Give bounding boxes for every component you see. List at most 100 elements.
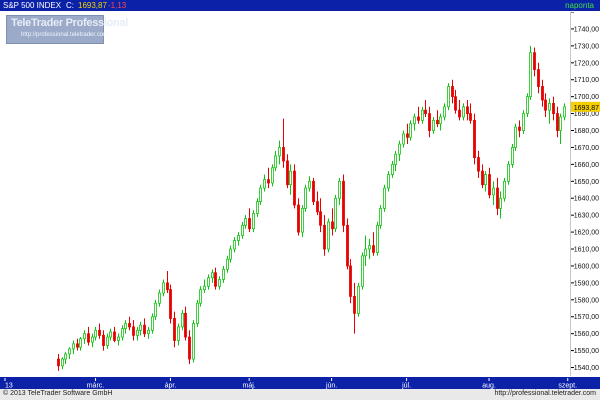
candle-up — [387, 171, 390, 192]
candle-body — [158, 292, 161, 304]
candle-body — [199, 289, 202, 304]
candle-down — [556, 106, 559, 138]
candle-down — [406, 123, 409, 145]
candle-body — [169, 289, 172, 319]
candle-body — [241, 224, 244, 236]
y-tick-label: 1650,00 — [574, 179, 599, 186]
candle-up — [229, 245, 232, 263]
y-tick-label: 1730,00 — [574, 43, 599, 50]
candle-down — [293, 164, 296, 209]
candle-down — [473, 113, 476, 165]
candle-body — [143, 324, 146, 335]
candle-body — [514, 126, 517, 148]
candle-body — [57, 358, 60, 367]
candle-body — [64, 353, 67, 360]
candle-down — [267, 167, 270, 189]
candle-body — [466, 106, 469, 114]
candle-down — [451, 79, 454, 104]
candle-body — [424, 109, 427, 114]
candle-body — [207, 277, 210, 287]
candle-body — [458, 109, 461, 118]
candle-body — [102, 334, 105, 346]
candle-up — [432, 116, 435, 134]
candle-up — [244, 215, 247, 229]
plot-area[interactable] — [2, 12, 571, 376]
candle-body — [124, 323, 127, 329]
candle-down — [349, 259, 352, 304]
candle-body — [162, 282, 165, 294]
candle-up — [529, 45, 532, 101]
candle-body — [443, 106, 446, 118]
candle-body — [203, 285, 206, 291]
copyright-text: © 2013 TeleTrader Software GmbH — [3, 390, 113, 397]
candle-down — [76, 338, 79, 351]
candle-body — [147, 329, 150, 335]
y-tick-label: 1580,00 — [574, 297, 599, 304]
candle-up — [499, 191, 502, 219]
candle-body — [173, 318, 176, 341]
candle-up — [222, 265, 225, 283]
candle-body — [154, 302, 157, 318]
candle-up — [233, 237, 236, 253]
candle-body — [304, 187, 307, 209]
y-axis: 1540,00 1550,00 1560,00 1570,00 1580,00 1590,… — [571, 11, 600, 376]
candle-body — [136, 329, 139, 336]
candle-body — [327, 221, 330, 250]
candle-down — [537, 62, 540, 94]
candle-body — [447, 86, 450, 108]
candle-body — [331, 221, 334, 230]
candle-up — [64, 352, 67, 365]
candle-body — [166, 282, 169, 291]
y-tick-label: 1740,00 — [574, 26, 599, 33]
candle-up — [334, 194, 337, 233]
candle-down — [113, 326, 116, 343]
candle-body — [383, 187, 386, 209]
candle-body — [286, 160, 289, 186]
candle-up — [526, 93, 529, 117]
candle-up — [136, 326, 139, 341]
last-price-label: 1693,87 — [574, 105, 599, 112]
candle-body — [94, 329, 97, 338]
candle-up — [106, 333, 109, 349]
candle-body — [267, 179, 270, 184]
footer-link[interactable]: http://professional.teletrader.com — [494, 390, 596, 397]
candle-down — [424, 100, 427, 117]
candle-body — [263, 179, 266, 189]
candle-up — [241, 221, 244, 239]
candle-up — [196, 299, 199, 327]
candle-body — [507, 163, 510, 182]
y-tick-label: 1690,00 — [574, 111, 599, 118]
candle-up — [259, 184, 262, 206]
candle-up — [121, 325, 124, 341]
candle-down — [481, 164, 484, 189]
candle-down — [544, 93, 547, 117]
candle-up — [514, 123, 517, 151]
candle-down — [98, 323, 101, 339]
candle-body — [451, 86, 454, 98]
candle-body — [139, 324, 142, 331]
candle-body — [226, 258, 229, 270]
candle-up — [181, 309, 184, 331]
y-tick-label: 1660,00 — [574, 162, 599, 169]
candle-up — [61, 357, 64, 370]
candle-body — [293, 170, 296, 206]
candle-body — [342, 180, 345, 226]
y-tick-label: 1540,00 — [574, 365, 599, 372]
candle-up — [117, 333, 120, 346]
candle-body — [511, 147, 514, 165]
candle-up — [462, 103, 465, 121]
candle-body — [469, 113, 472, 121]
candle-body — [282, 147, 285, 162]
candle-down — [372, 232, 375, 256]
candle-body — [79, 338, 82, 348]
candle-up — [278, 140, 281, 165]
candle-body — [233, 240, 236, 250]
y-tick-label: 1710,00 — [574, 77, 599, 84]
title-bar: S&P 500 INDEX C: 1693,87 -1,13 naponta — [0, 0, 600, 11]
period-label[interactable]: naponta — [565, 0, 594, 11]
candle-body — [256, 201, 259, 214]
candle-up — [402, 130, 405, 148]
candle-body — [274, 155, 277, 169]
candle-body — [196, 302, 199, 324]
candle-up — [439, 113, 442, 131]
